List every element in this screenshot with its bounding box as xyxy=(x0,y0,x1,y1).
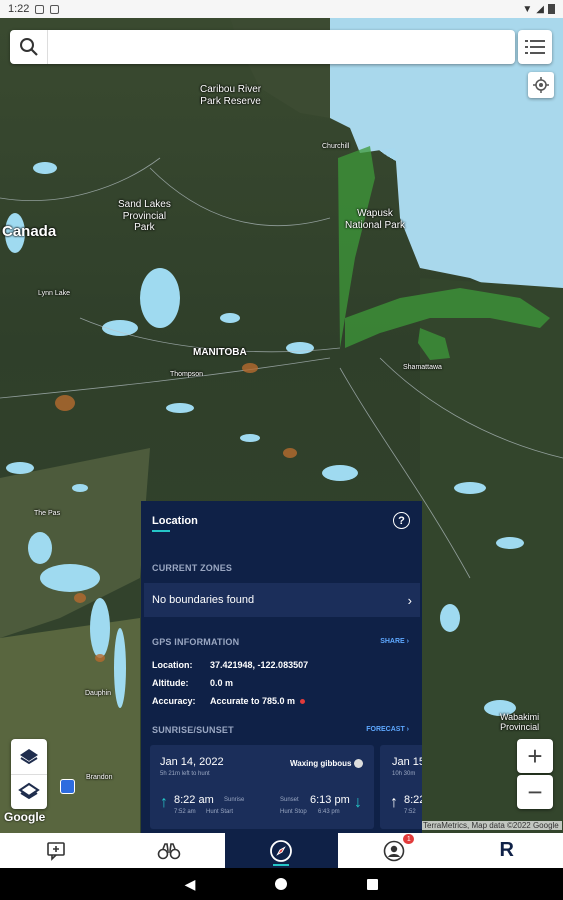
nav-profile[interactable]: 1 xyxy=(338,833,451,868)
sunrise-arrow-icon: ↑ xyxy=(160,794,168,811)
map-layers-button[interactable] xyxy=(11,739,47,774)
wifi-icon: ▼ xyxy=(522,3,533,15)
nav-brand[interactable]: R xyxy=(450,833,563,868)
next-hunt-start-time: 7:52 xyxy=(404,809,416,815)
sunrise-time: 8:22 am xyxy=(174,794,214,806)
search-bar[interactable] xyxy=(10,30,515,64)
sun-card-next-date: Jan 15 xyxy=(392,756,422,768)
current-zones-label: CURRENT ZONES xyxy=(152,563,233,573)
layer-controls xyxy=(11,739,47,809)
map-label-lynn-lake: Lynn Lake xyxy=(38,290,71,297)
accuracy-key: Accuracy: xyxy=(152,696,196,706)
gps-altitude-row: Altitude: 0.0 m xyxy=(152,678,233,688)
search-icon[interactable] xyxy=(10,30,48,64)
sunset-arrow-icon: ↓ xyxy=(354,794,362,811)
nav-report[interactable] xyxy=(0,833,113,868)
altitude-key: Altitude: xyxy=(152,678,189,688)
sunrise-arrow-icon: ↑ xyxy=(390,794,398,811)
sunset-time: 6:13 pm xyxy=(310,794,350,806)
bottom-navigation: 1 R xyxy=(0,833,563,868)
zoom-out-button[interactable]: − xyxy=(517,775,553,809)
gmail-icon xyxy=(35,4,45,14)
profile-icon xyxy=(383,840,405,861)
sun-card-hunt-left: 5h 21m left to hunt xyxy=(160,771,210,777)
panel-title-underline xyxy=(152,530,170,532)
moon-phase-label: Waxing gibbous xyxy=(290,759,352,768)
sun-card-next-sub: 10h 30m xyxy=(392,771,416,777)
gps-location-row: Location: 37.421948, -122.083507 xyxy=(152,660,308,670)
map-label-sand-lakes: Sand Lakes Provincial Park xyxy=(118,199,171,233)
brand-logo-icon: R xyxy=(499,839,514,861)
notification-badge: 1 xyxy=(403,834,415,844)
nav-scout[interactable] xyxy=(113,833,226,868)
map-label-shamattawa: Shamattawa xyxy=(403,364,442,371)
map-label-churchill: Churchill xyxy=(322,143,350,150)
notification-icon xyxy=(50,4,60,14)
next-sunrise-time: 8:22 xyxy=(404,794,422,806)
compass-icon xyxy=(270,839,293,862)
share-link[interactable]: SHARE › xyxy=(380,638,409,645)
battery-icon xyxy=(548,4,555,14)
chevron-right-icon: › xyxy=(407,592,412,608)
map-label-thompson: Thompson xyxy=(170,371,204,378)
map-label-dauphin: Dauphin xyxy=(85,690,112,697)
map-label-wapusk: Wapusk National Park xyxy=(345,208,406,231)
location-value: 37.421948, -122.083507 xyxy=(210,660,309,670)
sun-card-next[interactable]: Jan 15 10h 30m ↑ 8:22 7:52 xyxy=(380,745,422,829)
map-label-brandon: Brandon xyxy=(86,774,113,781)
map-label-canada: Canada xyxy=(2,223,57,240)
accuracy-indicator xyxy=(300,699,306,705)
zoom-in-button[interactable]: + xyxy=(517,739,553,773)
nav-map[interactable] xyxy=(225,833,338,868)
sun-card-today[interactable]: Jan 14, 2022 5h 21m left to hunt Waxing … xyxy=(150,745,374,829)
report-icon xyxy=(47,841,66,861)
home-icon[interactable] xyxy=(275,878,288,890)
signal-icon: ◢ xyxy=(536,3,544,15)
marker-pin-icon[interactable] xyxy=(60,779,75,794)
back-icon[interactable]: ◀ xyxy=(185,876,196,893)
search-input[interactable] xyxy=(48,30,515,64)
location-key: Location: xyxy=(152,660,193,670)
overlay-layers-button[interactable] xyxy=(11,774,47,809)
my-location-button[interactable] xyxy=(528,72,554,98)
altitude-value: 0.0 m xyxy=(210,678,234,688)
gps-info-label: GPS INFORMATION xyxy=(152,637,240,647)
hunt-stop-time: 6:43 pm xyxy=(318,809,340,815)
sun-card-date: Jan 14, 2022 xyxy=(160,756,224,768)
recents-icon[interactable] xyxy=(367,878,379,890)
hunt-start-label: Hunt Start xyxy=(206,809,234,815)
sunrise-sunset-label: SUNRISE/SUNSET xyxy=(152,725,234,735)
accuracy-value: Accurate to 785.0 m xyxy=(210,696,296,706)
moon-icon xyxy=(354,759,363,768)
status-bar: 1:22 ▼ ◢ xyxy=(0,0,563,18)
help-icon[interactable]: ? xyxy=(393,512,410,529)
gps-accuracy-row: Accuracy: Accurate to 785.0 m xyxy=(152,696,306,706)
sunset-label: Sunset xyxy=(280,797,299,803)
map-label-the-pas: The Pas xyxy=(34,510,61,517)
layers-outline-icon xyxy=(18,782,40,800)
google-logo: Google xyxy=(4,810,46,824)
list-menu-button[interactable] xyxy=(518,30,552,64)
map-label-manitoba: MANITOBA xyxy=(193,347,247,358)
sunrise-label: Sunrise xyxy=(224,797,245,803)
status-time: 1:22 xyxy=(8,3,30,15)
list-icon xyxy=(525,40,545,54)
layers-icon xyxy=(20,748,38,764)
panel-title: Location xyxy=(152,515,198,527)
hunt-stop-label: Hunt Stop xyxy=(280,809,307,815)
hunt-start-time: 7:52 am xyxy=(174,809,196,815)
binoculars-icon xyxy=(157,842,181,859)
crosshair-icon xyxy=(533,77,549,93)
location-panel: Location ? CURRENT ZONES No boundaries f… xyxy=(141,501,422,833)
forecast-link[interactable]: FORECAST › xyxy=(366,726,409,733)
zones-value: No boundaries found xyxy=(152,594,255,606)
zones-row[interactable]: No boundaries found › xyxy=(144,583,420,617)
map-label-caribou: Caribou River Park Reserve xyxy=(200,84,262,107)
map-label-wabakimi: Wabakimi Provincial xyxy=(500,712,540,733)
system-navigation-bar: ◀ xyxy=(0,868,563,900)
map-attribution[interactable]: TerraMetrics, Map data ©2022 Google xyxy=(420,821,562,830)
